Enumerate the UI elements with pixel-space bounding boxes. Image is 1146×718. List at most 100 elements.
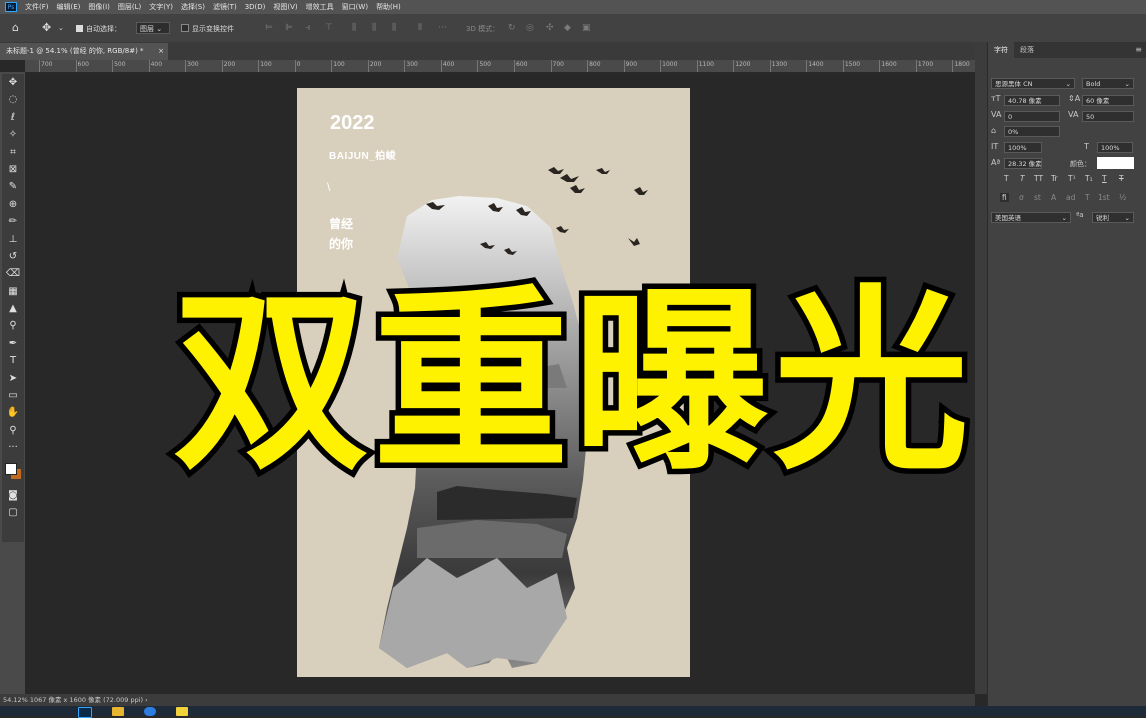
vertical-scale-icon: IT	[991, 142, 999, 151]
strikethrough-button[interactable]: T	[1119, 174, 1124, 183]
stylistic-button[interactable]: A	[1051, 193, 1056, 202]
swash-button[interactable]: st	[1034, 193, 1041, 202]
menu-type[interactable]: 文字(Y)	[149, 2, 173, 12]
crop-tool-icon[interactable]: ⌗	[2, 144, 24, 161]
3d-rotate-icon[interactable]: ↻	[508, 23, 516, 33]
ruler-tick-label: 300	[185, 60, 199, 72]
ruler-tick-label: 800	[586, 60, 601, 72]
font-size-field[interactable]: 40.78 像素	[1004, 95, 1060, 106]
ruler-tick-label: 500	[477, 60, 491, 72]
fractions-button[interactable]: ½	[1119, 193, 1126, 202]
horizontal-scale-field[interactable]: 100%	[1097, 142, 1133, 153]
3d-roll-icon[interactable]: ◎	[526, 23, 534, 33]
ligatures-button[interactable]: fi	[1000, 193, 1009, 202]
menu-edit[interactable]: 编辑(E)	[57, 2, 81, 12]
stamp-tool-icon[interactable]: ⊥	[2, 231, 24, 248]
menu-layer[interactable]: 图层(L)	[118, 2, 141, 12]
small-caps-button[interactable]: Tr	[1051, 174, 1058, 183]
faux-bold-button[interactable]: T	[1004, 174, 1009, 183]
tracking-field[interactable]: 50	[1082, 111, 1134, 122]
text-color-swatch[interactable]	[1097, 157, 1134, 169]
superscript-button[interactable]: T¹	[1068, 174, 1076, 183]
browser-icon[interactable]	[144, 707, 156, 716]
underline-button[interactable]: T	[1102, 174, 1107, 183]
faux-italic-button[interactable]: T	[1020, 174, 1025, 183]
ordinals-button[interactable]: 1st	[1098, 193, 1110, 202]
menu-3d[interactable]: 3D(D)	[245, 3, 266, 11]
photoshop-logo-icon[interactable]: Ps	[5, 2, 17, 12]
history-brush-icon[interactable]: ↺	[2, 248, 24, 265]
3d-pan-icon[interactable]: ✣	[546, 23, 554, 33]
home-icon[interactable]: ⌂	[12, 21, 19, 34]
os-taskbar	[0, 706, 1146, 718]
font-family-select[interactable]: 思源黑体 CN ⌄	[991, 78, 1075, 89]
birds-illustration	[426, 167, 648, 255]
language-select[interactable]: 美国英语 ⌄	[991, 212, 1071, 223]
titling-button[interactable]: ad	[1066, 193, 1075, 202]
font-style-select[interactable]: Bold ⌄	[1082, 78, 1134, 89]
menu-file[interactable]: 文件(F)	[25, 2, 49, 12]
align-center-icon[interactable]: ⊫	[285, 23, 293, 33]
healing-brush-icon[interactable]: ⊕	[2, 196, 24, 213]
ruler-tick-label: 1000	[660, 60, 678, 72]
screen-mode-icon[interactable]: ▢	[2, 504, 24, 521]
subscript-button[interactable]: T₁	[1085, 174, 1093, 183]
leading-value: 60 像素	[1086, 97, 1110, 105]
tab-character[interactable]: 字符	[988, 42, 1014, 58]
ruler-tick-label: 1800	[952, 60, 970, 72]
distribute-bottom-icon[interactable]: ⫼	[392, 23, 396, 33]
options-bar: ⌂ ✥ ⌄ 自动选择： 图层 ⌄ 显示变换控件 ⊨ ⊫ ⫣ ⊤ ⫼ ⫼ ⫼ ⦀ …	[0, 14, 1146, 43]
anti-alias-select[interactable]: 锐利 ⌄	[1092, 212, 1134, 223]
document-tab[interactable]: 未标题-1 @ 54.1% (曾经 的你, RGB/8#) * ×	[0, 43, 168, 60]
panel-menu-icon[interactable]: ≡	[1135, 45, 1142, 54]
menu-bar: Ps 文件(F) 编辑(E) 图像(I) 图层(L) 文字(Y) 选择(S) 滤…	[0, 0, 1146, 14]
auto-select-checkbox[interactable]: 自动选择：	[76, 24, 121, 34]
move-tool-icon[interactable]: ✥	[42, 21, 51, 34]
auto-select-dropdown[interactable]: 图层 ⌄	[136, 22, 170, 34]
menu-image[interactable]: 图像(I)	[88, 2, 110, 12]
app-taskbar-icon[interactable]	[176, 707, 188, 716]
close-icon[interactable]: ×	[158, 43, 164, 60]
distribute-h-icon[interactable]: ⦀	[418, 23, 422, 33]
menu-filter[interactable]: 滤镜(T)	[213, 2, 237, 12]
tab-paragraph[interactable]: 段落	[1014, 42, 1040, 58]
distribute-center-icon[interactable]: ⫼	[372, 23, 376, 33]
menu-plugins[interactable]: 增效工具	[306, 2, 334, 12]
eyedropper-icon[interactable]: ✎	[2, 178, 24, 195]
brush-tool-icon[interactable]: ✏	[2, 213, 24, 230]
tsume-field[interactable]: 0%	[1004, 126, 1060, 137]
opentype-buttons: fi σ st A ad T 1st ½	[988, 193, 1146, 207]
font-size-icon: ᴛT	[991, 94, 1001, 103]
panel-collapse-strip[interactable]	[975, 42, 987, 694]
show-transform-checkbox[interactable]: 显示变换控件	[181, 24, 234, 34]
distribute-icon[interactable]: ⫼	[352, 23, 356, 33]
3d-scale-icon[interactable]: ▣	[582, 23, 591, 33]
align-right-icon[interactable]: ⫣	[305, 23, 310, 33]
align-left-icon[interactable]: ⊨	[265, 23, 273, 33]
ornaments-button[interactable]: T	[1085, 193, 1090, 202]
align-top-icon[interactable]: ⊤	[325, 23, 333, 33]
menu-view[interactable]: 视图(V)	[273, 2, 297, 12]
menu-window[interactable]: 窗口(W)	[342, 2, 368, 12]
kerning-field[interactable]: 0	[1004, 111, 1060, 122]
old-style-button[interactable]: σ	[1019, 193, 1024, 202]
leading-field[interactable]: 60 像素	[1082, 95, 1134, 106]
baseline-shift-field[interactable]: 28.32 像素	[1004, 158, 1042, 169]
menu-help[interactable]: 帮助(H)	[376, 2, 401, 12]
magic-wand-icon[interactable]: ✧	[2, 126, 24, 143]
marquee-tool-icon[interactable]: ◌	[2, 91, 24, 108]
document-tab-title: 未标题-1 @ 54.1% (曾经 的你, RGB/8#) *	[6, 47, 144, 55]
horizontal-ruler: 700 600 500 400 300 200 100 0 100 200 300 400 500 600…	[25, 60, 975, 73]
tsume-icon: ⌂	[991, 126, 997, 135]
chevron-down-icon[interactable]: ⌄	[58, 24, 64, 32]
all-caps-button[interactable]: TT	[1034, 174, 1043, 183]
3d-slide-icon[interactable]: ◆	[564, 23, 571, 33]
move-tool-icon[interactable]: ✥	[2, 74, 24, 91]
file-explorer-icon[interactable]	[112, 707, 124, 716]
photoshop-taskbar-icon[interactable]	[78, 707, 92, 718]
frame-tool-icon[interactable]: ⊠	[2, 161, 24, 178]
lasso-tool-icon[interactable]: ℓ	[2, 109, 24, 126]
vertical-scale-field[interactable]: 100%	[1004, 142, 1042, 153]
menu-select[interactable]: 选择(S)	[181, 2, 205, 12]
more-options-icon[interactable]: ···	[438, 23, 447, 33]
